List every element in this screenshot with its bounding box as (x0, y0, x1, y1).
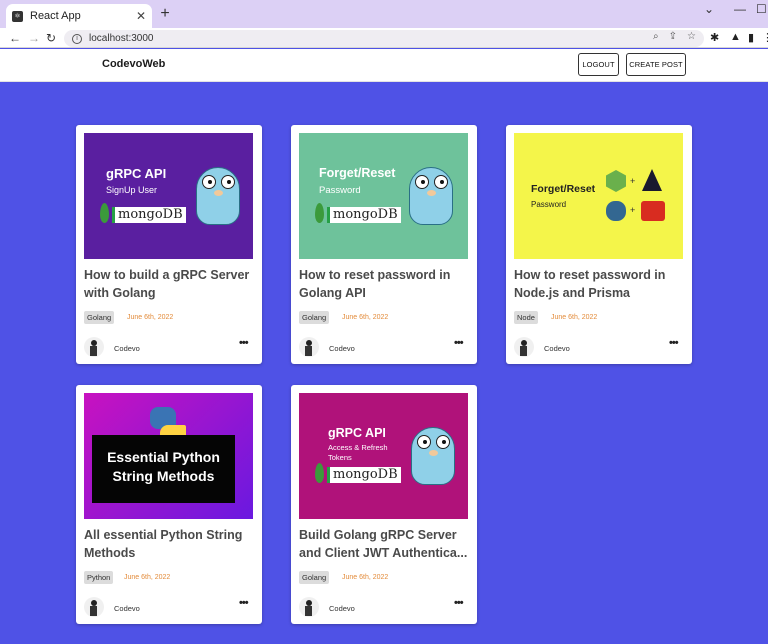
more-options-icon[interactable]: ••• (239, 337, 249, 349)
author-name: Codevo (114, 604, 140, 613)
post-thumbnail[interactable]: gRPC API SignUp User mongoDB (84, 133, 253, 259)
post-title[interactable]: How to build a gRPC Server with Golang (84, 267, 254, 302)
gopher-mascot-icon (409, 167, 453, 225)
more-options-icon[interactable]: ••• (454, 337, 464, 349)
prisma-logo-icon (642, 169, 662, 191)
react-favicon-icon: ⚛ (12, 10, 23, 22)
minimize-icon[interactable]: — (734, 2, 746, 16)
post-card[interactable]: Forget/Reset Password mongoDB How to res… (291, 125, 477, 364)
thumb-subheading: Password (531, 200, 567, 209)
author-avatar (514, 337, 534, 357)
author-avatar (84, 337, 104, 357)
reload-icon[interactable]: ↻ (46, 28, 56, 48)
nodejs-logo-icon (606, 170, 626, 192)
redis-logo-icon (641, 201, 665, 221)
maximize-icon[interactable]: ☐ (756, 2, 767, 16)
address-bar[interactable]: i localhost:3000 ⌕ ⇪ ☆ (64, 30, 704, 47)
thumb-heading: gRPC API (106, 166, 167, 181)
thumb-heading: Forget/Reset (531, 183, 596, 195)
app-header: CodevoWeb LOGOUT CREATE POST (0, 49, 768, 82)
tab-title: React App (30, 10, 81, 22)
post-date: June 6th, 2022 (342, 314, 389, 321)
post-card[interactable]: gRPC API SignUp User mongoDB How to buil… (76, 125, 262, 364)
site-info-icon[interactable]: i (72, 33, 82, 44)
thumb-heading: gRPC API (328, 426, 386, 440)
post-thumbnail[interactable]: Forget/Reset Password mongoDB (299, 133, 468, 259)
author-name: Codevo (114, 344, 140, 353)
logout-button[interactable]: LOGOUT (578, 53, 619, 76)
brand-logo[interactable]: CodevoWeb (102, 58, 165, 70)
mongodb-leaf-icon (315, 463, 324, 483)
tab-search-icon[interactable]: ⌄ (704, 2, 714, 16)
mongodb-leaf-icon (100, 203, 109, 223)
post-tag[interactable]: Golang (299, 571, 330, 584)
browser-tab[interactable]: ⚛ React App ✕ (6, 4, 152, 28)
post-title[interactable]: All essential Python String Methods (84, 527, 254, 562)
post-card[interactable]: gRPC API Access & Refresh Tokens mongoDB… (291, 385, 477, 624)
gopher-mascot-icon (411, 427, 455, 485)
post-tag[interactable]: Node (514, 311, 538, 324)
post-thumbnail[interactable]: Forget/Reset Password + + (514, 133, 683, 259)
bookmark-star-icon[interactable]: ☆ (687, 31, 696, 42)
mongodb-logo: mongoDB (327, 207, 401, 223)
sidebar-icon[interactable]: ▮ (748, 31, 754, 44)
post-thumbnail[interactable]: Essential Python String Methods (84, 393, 253, 519)
post-title[interactable]: Build Golang gRPC Server and Client JWT … (299, 527, 469, 562)
extensions-icon[interactable]: ✱ (710, 31, 719, 44)
thumb-heading: Forget/Reset (319, 166, 396, 180)
post-date: June 6th, 2022 (124, 574, 171, 581)
plus-icon: + (630, 176, 636, 186)
browser-tab-strip: ⚛ React App ✕ + ⌄ — ☐ (0, 0, 768, 28)
new-tab-icon[interactable]: + (156, 5, 174, 23)
thumb-subheading-2: Tokens (328, 453, 352, 462)
author-avatar (84, 597, 104, 617)
postgresql-logo-icon (606, 201, 626, 221)
back-icon[interactable]: ← (9, 28, 21, 48)
more-options-icon[interactable]: ••• (669, 337, 679, 349)
author-name: Codevo (544, 344, 570, 353)
post-date: June 6th, 2022 (551, 314, 598, 321)
post-date: June 6th, 2022 (127, 314, 174, 321)
thumb-subheading: Access & Refresh (328, 443, 388, 452)
thumb-heading: Essential Python (107, 449, 220, 465)
author-name: Codevo (329, 344, 355, 353)
post-title[interactable]: How to reset password in Golang API (299, 267, 469, 302)
forward-icon[interactable]: → (28, 28, 40, 48)
post-title[interactable]: How to reset password in Node.js and Pri… (514, 267, 684, 302)
post-card[interactable]: Forget/Reset Password + + How to reset p… (506, 125, 692, 364)
mongodb-leaf-icon (315, 203, 324, 223)
browser-toolbar: ← → ↻ i localhost:3000 ⌕ ⇪ ☆ ✱ ▲ ▮ ⋮ (0, 28, 768, 48)
thumb-subheading: Password (319, 185, 361, 196)
mongodb-logo: mongoDB (112, 207, 186, 223)
post-card[interactable]: Essential Python String Methods All esse… (76, 385, 262, 624)
post-tag[interactable]: Golang (299, 311, 330, 324)
author-name: Codevo (329, 604, 355, 613)
zoom-icon[interactable]: ⌕ (653, 31, 659, 42)
plus-icon: + (630, 205, 636, 215)
gopher-mascot-icon (196, 167, 240, 225)
mongodb-logo: mongoDB (327, 467, 401, 483)
labs-flask-icon[interactable]: ▲ (730, 31, 741, 43)
post-date: June 6th, 2022 (342, 574, 389, 581)
post-thumbnail[interactable]: gRPC API Access & Refresh Tokens mongoDB (299, 393, 468, 519)
post-tag[interactable]: Golang (84, 311, 115, 324)
url-text: localhost:3000 (89, 33, 154, 44)
thumb-subheading: SignUp User (106, 185, 158, 195)
author-avatar (299, 337, 319, 357)
thumb-subheading: String Methods (112, 468, 215, 484)
menu-icon[interactable]: ⋮ (762, 31, 768, 44)
create-post-button[interactable]: CREATE POST (626, 53, 686, 76)
post-tag[interactable]: Python (84, 571, 114, 584)
share-icon[interactable]: ⇪ (669, 31, 677, 42)
close-tab-icon[interactable]: ✕ (136, 9, 146, 23)
more-options-icon[interactable]: ••• (454, 597, 464, 609)
more-options-icon[interactable]: ••• (239, 597, 249, 609)
author-avatar (299, 597, 319, 617)
